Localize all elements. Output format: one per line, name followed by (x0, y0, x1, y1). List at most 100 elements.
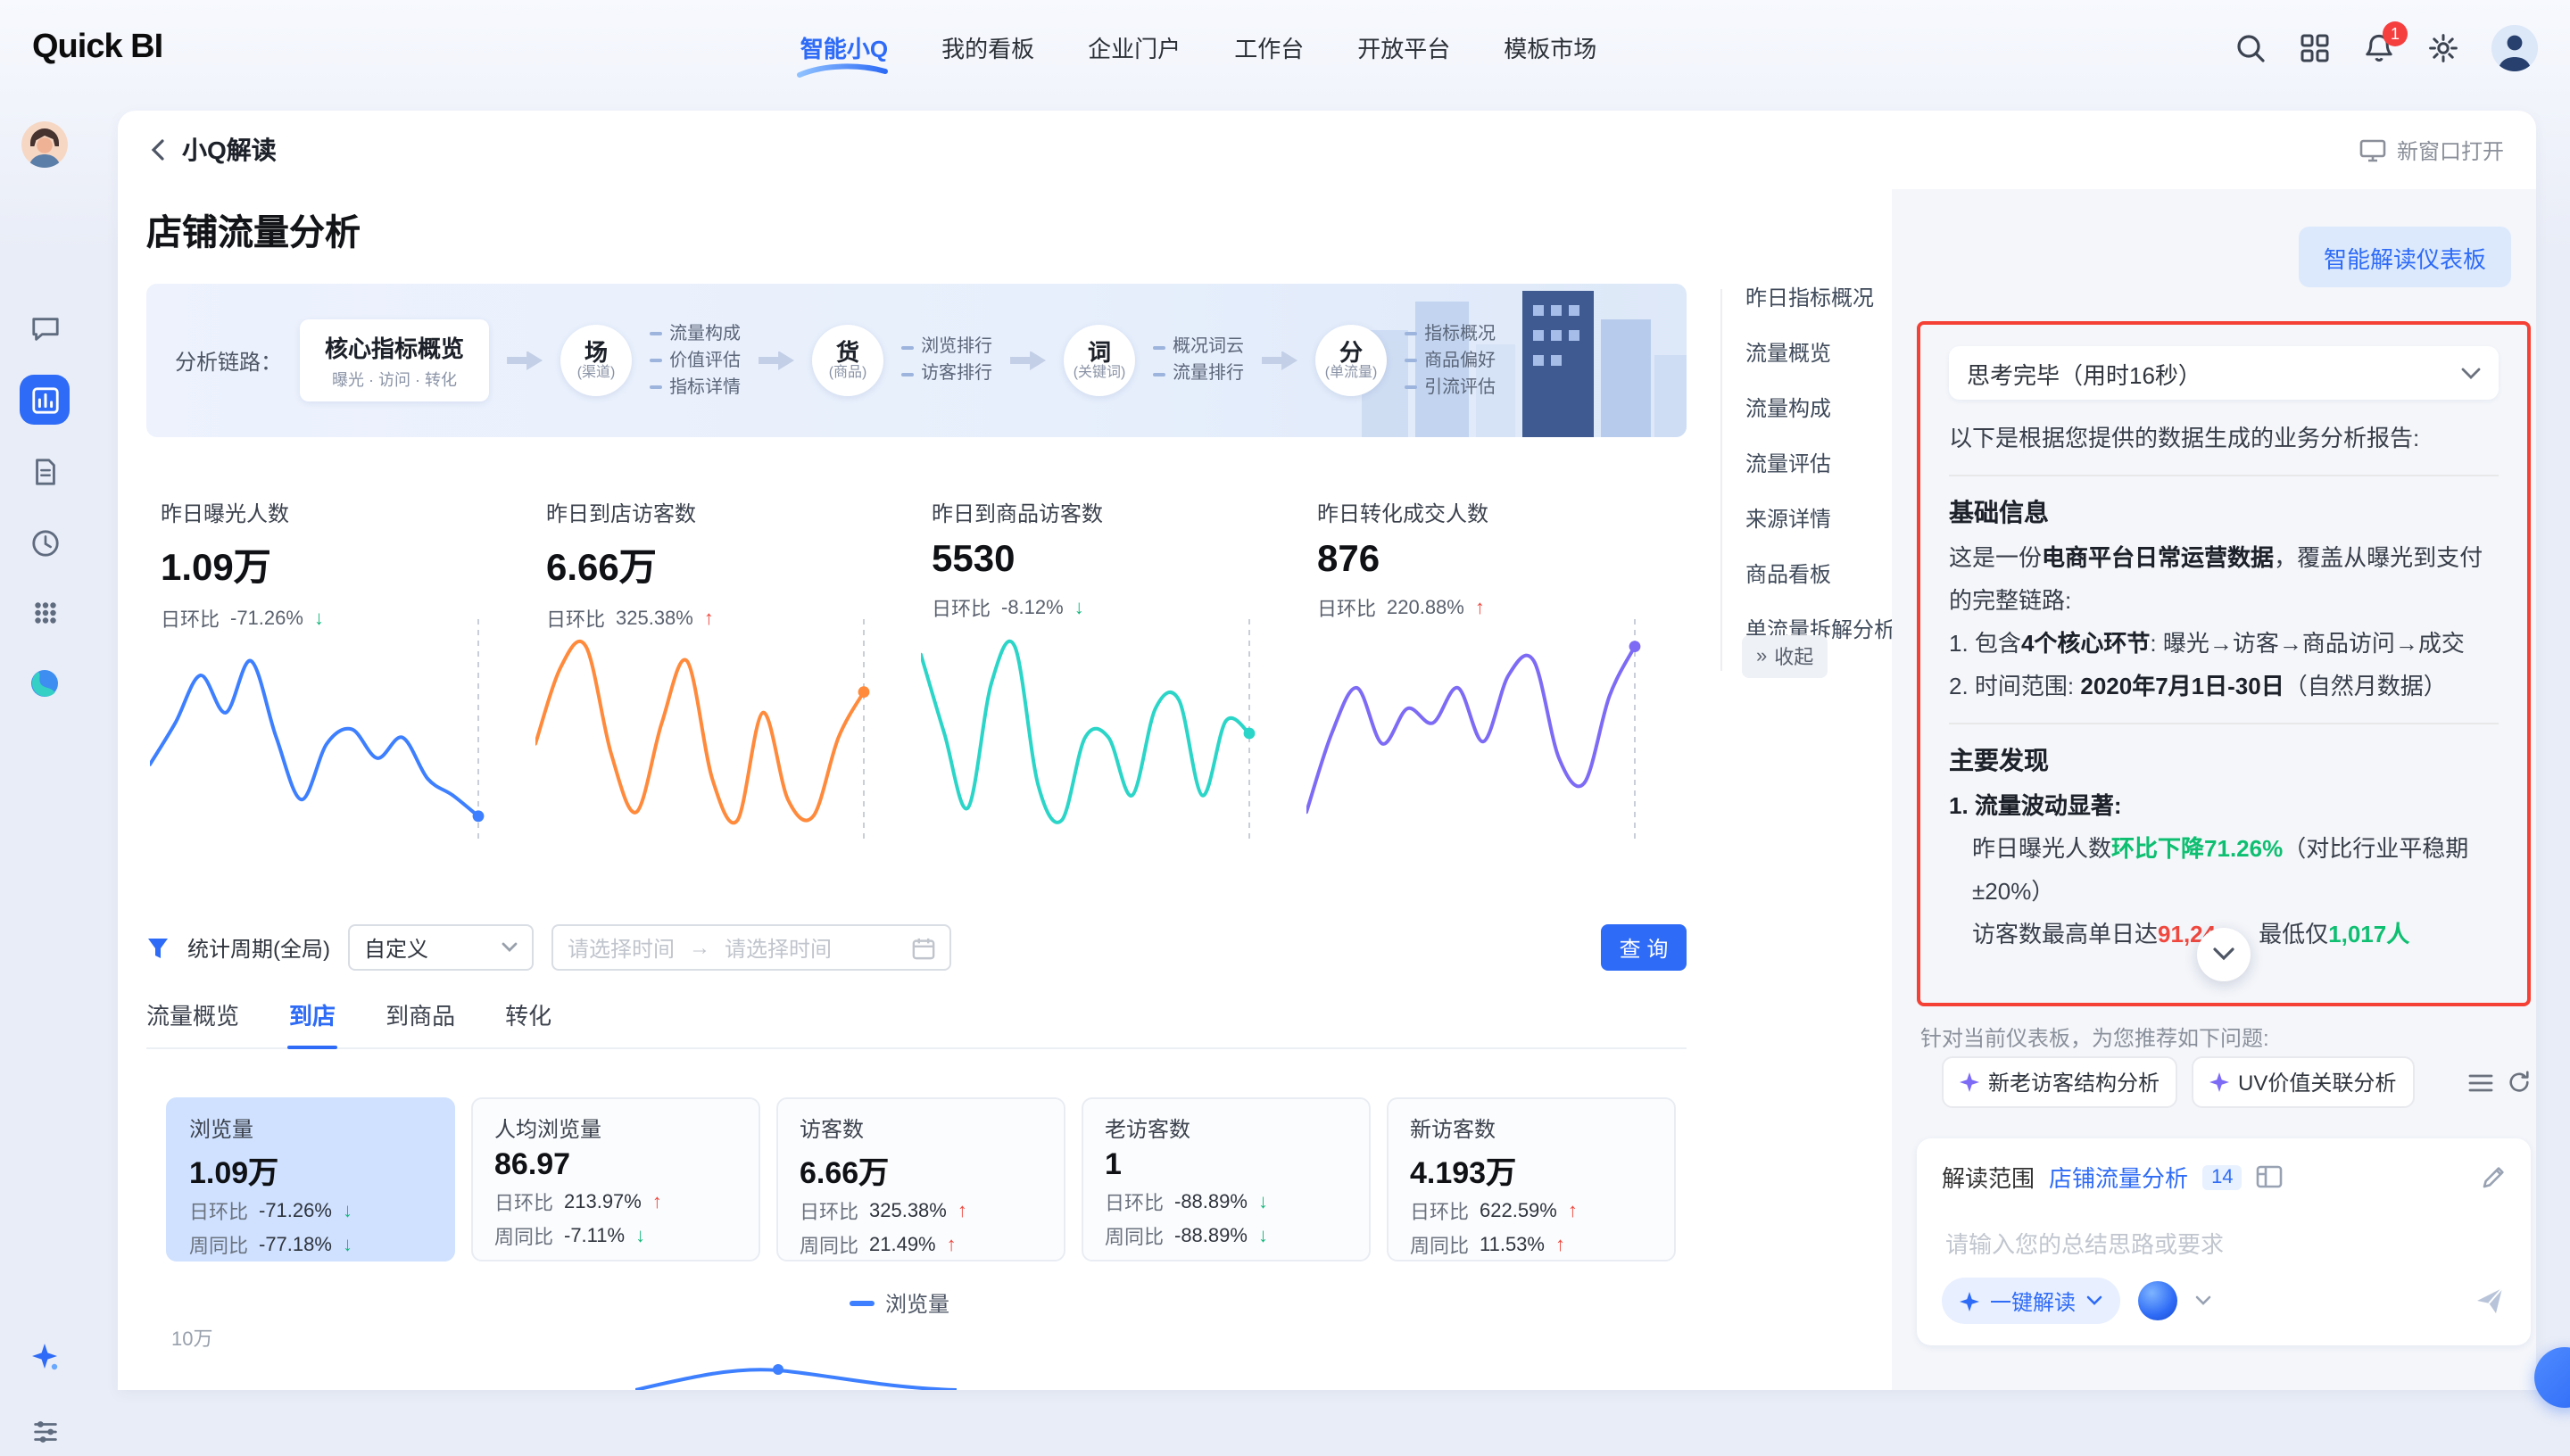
dashboard-icon[interactable] (20, 375, 70, 425)
arrow-right-icon (759, 351, 794, 370)
metric-title: 新访客数 (1410, 1113, 1653, 1144)
back-button[interactable]: 小Q解读 (150, 132, 277, 168)
anchor-traffic-composition[interactable]: 流量构成 (1745, 393, 1899, 423)
kpi-card-exposure: 昨日曝光人数 1.09万 日环比-71.26%↓ (146, 491, 516, 851)
user-avatar[interactable] (2491, 24, 2538, 70)
chain-node-goods[interactable]: 货 (商品) (812, 325, 883, 396)
chevron-down-icon (2086, 1295, 2102, 1306)
chain-node-keyword-items: 概况词云 流量排行 (1153, 335, 1244, 385)
edit-pen-icon[interactable] (2481, 1164, 2506, 1189)
tab-store[interactable]: 到店 (289, 997, 336, 1031)
model-selector-icon[interactable] (2138, 1281, 2177, 1320)
arrow-right-icon (507, 351, 543, 370)
kpi-value: 6.66万 (532, 528, 901, 592)
chip-uv-value-analysis[interactable]: UV价值关联分析 (2192, 1056, 2414, 1108)
tab-conversion[interactable]: 转化 (505, 997, 551, 1031)
message-icon[interactable] (20, 303, 70, 353)
nav-item-template-market[interactable]: 模板市场 (1504, 30, 1596, 64)
chain-label: 分析链路： (175, 345, 282, 376)
list-icon[interactable] (2468, 1071, 2493, 1093)
ai-prompt-input[interactable] (1942, 1212, 2506, 1278)
thinking-complete-header[interactable]: 思考完毕（用时16秒） (1949, 346, 2499, 400)
monitor-icon (2359, 138, 2386, 161)
tab-product[interactable]: 到商品 (386, 997, 455, 1031)
trend-legend[interactable]: 浏览量 (850, 1288, 949, 1319)
refresh-icon[interactable] (2508, 1071, 2531, 1094)
card-header: 小Q解读 新窗口打开 (118, 111, 2536, 189)
board-icon[interactable] (2257, 1165, 2284, 1188)
metric-value: 4.193万 (1410, 1147, 1653, 1192)
rail-user-avatar[interactable] (21, 121, 68, 168)
anchor-product-board[interactable]: 商品看板 (1745, 558, 1899, 589)
globe-icon[interactable] (20, 658, 70, 708)
chevron-down-icon[interactable] (2195, 1295, 2211, 1306)
nav-item-open-platform[interactable]: 开放平台 (1357, 30, 1450, 64)
one-click-interpret-button[interactable]: 一键解读 (1942, 1278, 2120, 1324)
anchor-yesterday-overview[interactable]: 昨日指标概况 (1745, 282, 1899, 312)
nav-label: 智能小Q (800, 36, 888, 62)
metric-title: 老访客数 (1105, 1113, 1347, 1144)
kpi-sparkline-chart (1306, 616, 1663, 848)
metric-card-new-visitors[interactable]: 新访客数 4.193万 日环比622.59%↑ 周同比11.53%↑ (1387, 1097, 1676, 1262)
ai-report-highlight-box: 思考完毕（用时16秒） 以下是根据您提供的数据生成的业务分析报告: 基础信息 这… (1917, 321, 2531, 1006)
settings-gear-icon[interactable] (2427, 31, 2459, 63)
smart-interpret-dashboard-button[interactable]: 智能解读仪表板 (2299, 227, 2511, 287)
period-select[interactable]: 自定义 (348, 924, 534, 971)
thinking-complete-label: 思考完毕（用时16秒） (1967, 356, 2201, 390)
nav-item-enterprise-portal[interactable]: 企业门户 (1088, 30, 1181, 64)
trend-arrow-icon: ↓ (343, 1201, 352, 1222)
floating-assistant-button[interactable] (2534, 1347, 2570, 1408)
core-metric-node[interactable]: 核心指标概览 曝光 · 访问 · 转化 (300, 319, 489, 401)
trend-arrow-icon: ↓ (1258, 1192, 1268, 1213)
scope-value-link[interactable]: 店铺流量分析 (2049, 1160, 2188, 1194)
settings-sliders-icon[interactable] (20, 1406, 70, 1456)
chip-new-old-visitor-analysis[interactable]: 新老访客结构分析 (1942, 1056, 2177, 1108)
kpi-value: 5530 (917, 528, 1287, 582)
trend-arrow-icon: ↑ (1568, 1201, 1578, 1222)
query-button[interactable]: 查 询 (1601, 924, 1687, 971)
trend-arrow-icon: ↑ (947, 1235, 957, 1256)
apps-icon[interactable] (20, 587, 70, 637)
kpi-card-product-visitors: 昨日到商品访客数 5530 日环比-8.12%↓ (917, 491, 1287, 851)
nav-item-workbench[interactable]: 工作台 (1234, 30, 1304, 64)
quickbi-logo[interactable]: Quick BI (32, 28, 162, 67)
kpi-title: 昨日曝光人数 (146, 491, 516, 528)
suggested-question-chips: 新老访客结构分析 UV价值关联分析 (1917, 1056, 2531, 1108)
scope-count-badge: 14 (2202, 1164, 2243, 1189)
metric-card-avg-pageviews[interactable]: 人均浏览量 86.97 日环比213.97%↑ 周同比-7.11%↓ (471, 1097, 760, 1262)
metric-card-pageviews[interactable]: 浏览量 1.09万 日环比-71.26%↓ 周同比-77.18%↓ (166, 1097, 455, 1262)
arrow-right-icon (1010, 351, 1046, 370)
node-char: 货 (836, 340, 859, 363)
notifications-bell-icon[interactable]: 1 (2363, 31, 2395, 63)
nav-item-smart-q[interactable]: 智能小Q (800, 30, 888, 64)
report-icon[interactable] (20, 446, 70, 496)
apps-grid-icon[interactable] (2299, 31, 2331, 63)
chain-node-traffic[interactable]: 分 (单流量) (1315, 325, 1387, 396)
collapse-button[interactable]: » 收起 (1742, 635, 1828, 678)
chain-node-channel[interactable]: 场 (渠道) (560, 325, 632, 396)
metric-card-visitors[interactable]: 访客数 6.66万 日环比325.38%↑ 周同比21.49%↑ (776, 1097, 1065, 1262)
metric-value: 6.66万 (800, 1147, 1042, 1192)
anchor-traffic-evaluation[interactable]: 流量评估 (1745, 448, 1899, 478)
expand-more-button[interactable] (2197, 928, 2251, 981)
nav-item-my-dashboards[interactable]: 我的看板 (941, 30, 1034, 64)
analysis-chain: 分析链路： 核心指标概览 曝光 · 访问 · 转化 场 (渠道) 流量构成 价值… (146, 284, 1687, 437)
history-icon[interactable] (20, 517, 70, 567)
metric-card-returning-visitors[interactable]: 老访客数 1 日环比-88.89%↓ 周同比-88.89%↓ (1082, 1097, 1371, 1262)
open-new-window-button[interactable]: 新窗口打开 (2359, 135, 2504, 165)
report-finding-title: 1. 流量波动显著: (1949, 785, 2499, 828)
trend-arrow-icon: ↑ (1555, 1235, 1565, 1256)
report-section-title: 基础信息 (1949, 491, 2499, 534)
core-node-title: 核心指标概览 (325, 330, 464, 364)
topbar-icons: 1 (2234, 24, 2538, 70)
date-range-picker[interactable]: 请选择时间 → 请选择时间 (551, 924, 951, 971)
tab-traffic-overview[interactable]: 流量概览 (146, 997, 239, 1031)
chain-node-keyword[interactable]: 词 (关键词) (1064, 325, 1135, 396)
date-start-placeholder: 请选择时间 (568, 932, 675, 963)
send-icon[interactable] (2474, 1285, 2506, 1317)
node-char: 场 (584, 340, 608, 363)
anchor-source-details[interactable]: 来源详情 (1745, 503, 1899, 534)
anchor-traffic-overview[interactable]: 流量概览 (1745, 337, 1899, 368)
ai-sparkle-icon[interactable] (20, 1333, 70, 1383)
search-icon[interactable] (2234, 31, 2267, 63)
